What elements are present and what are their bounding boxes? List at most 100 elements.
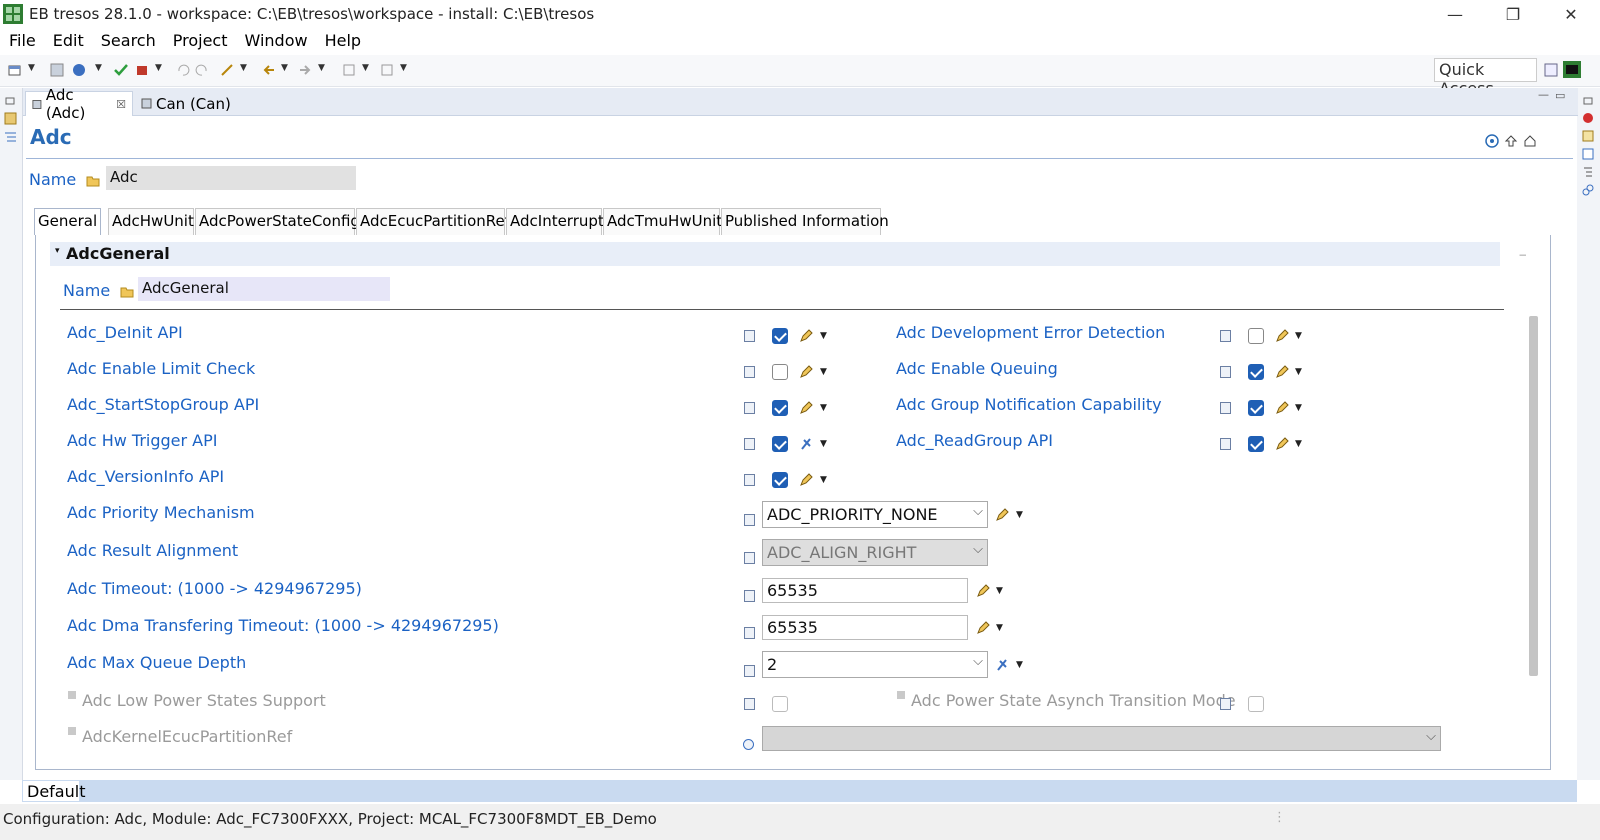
dropdown-arrow-icon[interactable]: ▼ (1295, 367, 1302, 377)
hw-trigger-checkbox[interactable] (772, 436, 788, 452)
edit-pencil-icon[interactable] (976, 584, 990, 598)
tab-default[interactable]: Default (22, 780, 85, 802)
dropdown-arrow-icon[interactable]: ▼ (1016, 660, 1023, 670)
queuing-checkbox[interactable] (1248, 364, 1264, 380)
menu-edit[interactable]: Edit (53, 31, 84, 50)
tab-adcecucpartitionref[interactable]: AdcEcucPartitionRef (356, 208, 510, 235)
versioninfo-checkbox[interactable] (772, 472, 788, 488)
tab-adchwunit[interactable]: AdcHwUnit (108, 208, 194, 235)
limit-check-checkbox[interactable] (772, 364, 788, 380)
properties-view-icon[interactable] (1582, 130, 1594, 142)
edit-pencil-icon[interactable] (1275, 365, 1289, 379)
forward-dropdown-icon[interactable]: ▼ (318, 63, 325, 73)
priority-select[interactable]: ADC_PRIORITY_NONE ⌵ (762, 501, 988, 528)
minimize-editor-icon[interactable]: — (1538, 88, 1549, 101)
dropdown-arrow-icon[interactable]: ▼ (1295, 403, 1302, 413)
save-icon[interactable] (50, 63, 64, 77)
optional-disabled-marker[interactable] (897, 691, 905, 699)
go-up-icon[interactable] (1504, 134, 1518, 148)
dropdown-arrow-icon[interactable]: ▼ (1295, 331, 1302, 341)
menu-window[interactable]: Window (244, 31, 307, 50)
tab-adc[interactable]: Adc (Adc) ☒ (25, 86, 133, 122)
forward-icon[interactable] (298, 63, 312, 77)
tab-published-information[interactable]: Published Information (721, 208, 889, 235)
generate-icon[interactable] (135, 63, 149, 77)
startstop-checkbox[interactable] (772, 400, 788, 416)
dropdown-arrow-icon[interactable]: ▼ (1295, 439, 1302, 449)
undo-icon[interactable] (176, 63, 190, 77)
back-icon[interactable] (262, 63, 276, 77)
alignment-select[interactable]: ADC_ALIGN_RIGHT ⌵ (762, 539, 988, 566)
menu-search[interactable]: Search (101, 31, 156, 50)
dropdown-arrow-icon[interactable]: ▼ (820, 403, 827, 413)
dma-timeout-input[interactable]: 65535 (762, 615, 968, 640)
link-view-icon[interactable] (1582, 184, 1594, 196)
dropdown-arrow-icon[interactable]: ▼ (820, 475, 827, 485)
minimize-button[interactable]: — (1426, 0, 1484, 28)
kernel-ref-select[interactable]: ⌵ (762, 726, 1441, 751)
problems-view-icon[interactable] (1582, 112, 1594, 124)
edit-pencil-icon[interactable] (995, 508, 1009, 522)
dev-error-checkbox[interactable] (1248, 328, 1264, 344)
section-name-field[interactable]: AdcGeneral (138, 277, 390, 301)
globe-dropdown-icon[interactable]: ▼ (95, 63, 102, 73)
pin-dropdown-icon[interactable]: ▼ (240, 63, 247, 73)
open-perspective-icon[interactable] (1544, 63, 1558, 77)
menu-file[interactable]: File (9, 31, 36, 50)
help-icon[interactable] (1485, 134, 1499, 148)
readgroup-checkbox[interactable] (1248, 436, 1264, 452)
globe-icon[interactable] (72, 63, 86, 77)
node-view-icon[interactable] (1582, 166, 1594, 178)
calculated-value-icon[interactable] (995, 658, 1009, 672)
optional-disabled-marker[interactable] (68, 691, 76, 699)
menu-help[interactable]: Help (325, 31, 361, 50)
group-notif-checkbox[interactable] (1248, 400, 1264, 416)
dropdown-arrow-icon[interactable]: ▼ (1016, 510, 1023, 520)
quick-access-input[interactable]: Quick Access (1434, 58, 1537, 98)
edit-pencil-icon[interactable] (1275, 329, 1289, 343)
tab-general[interactable]: General (34, 208, 101, 235)
redo-icon[interactable] (195, 63, 209, 77)
low-power-checkbox[interactable] (772, 696, 788, 712)
max-queue-select[interactable]: 2 ⌵ (762, 651, 988, 678)
restore-view-icon[interactable] (5, 96, 15, 106)
dropdown-arrow-icon[interactable]: ▼ (820, 367, 827, 377)
import-dropdown-icon[interactable]: ▼ (362, 63, 369, 73)
maximize-editor-icon[interactable]: ▭ (1555, 89, 1565, 102)
restore-right-view-icon[interactable] (1583, 96, 1593, 106)
import-icon[interactable] (342, 63, 356, 77)
close-tab-icon[interactable]: ☒ (116, 98, 126, 111)
tab-adctmuhwunit[interactable]: AdcTmuHwUnit (603, 208, 722, 235)
export-icon[interactable] (380, 63, 394, 77)
menu-project[interactable]: Project (173, 31, 228, 50)
timeout-input[interactable]: 65535 (762, 578, 968, 603)
tab-adcpowerstateconfig[interactable]: AdcPowerStateConfig (195, 208, 360, 235)
generate-dropdown-icon[interactable]: ▼ (155, 63, 162, 73)
pin-icon[interactable] (220, 63, 234, 77)
new-icon[interactable] (8, 63, 22, 77)
edit-pencil-icon[interactable] (976, 621, 990, 635)
deinit-checkbox[interactable] (772, 328, 788, 344)
close-window-button[interactable]: ✕ (1542, 0, 1600, 28)
back-dropdown-icon[interactable]: ▼ (281, 63, 288, 73)
tab-adcinterrupt[interactable]: AdcInterrupt (506, 208, 604, 235)
edit-pencil-icon[interactable] (799, 365, 813, 379)
restore-button[interactable]: ❐ (1484, 0, 1542, 28)
dropdown-arrow-icon[interactable]: ▼ (820, 331, 827, 341)
export-dropdown-icon[interactable]: ▼ (400, 63, 407, 73)
calculated-value-icon[interactable] (799, 437, 813, 451)
dropdown-arrow-icon[interactable]: ▼ (996, 586, 1003, 596)
new-dropdown-icon[interactable]: ▼ (28, 63, 35, 73)
project-explorer-icon[interactable] (4, 112, 17, 125)
edit-pencil-icon[interactable] (799, 329, 813, 343)
edit-pencil-icon[interactable] (799, 473, 813, 487)
dropdown-arrow-icon[interactable]: ▼ (996, 623, 1003, 633)
verify-icon[interactable] (114, 63, 128, 77)
section-adcgeneral[interactable]: ▾ AdcGeneral (50, 242, 1500, 266)
optional-disabled-marker[interactable] (68, 727, 76, 735)
edit-pencil-icon[interactable] (1275, 437, 1289, 451)
dropdown-arrow-icon[interactable]: ▼ (820, 439, 827, 449)
home-icon[interactable] (1523, 134, 1537, 148)
tab-can[interactable]: Can (Can) (135, 91, 245, 116)
name-field[interactable]: Adc (106, 166, 356, 190)
